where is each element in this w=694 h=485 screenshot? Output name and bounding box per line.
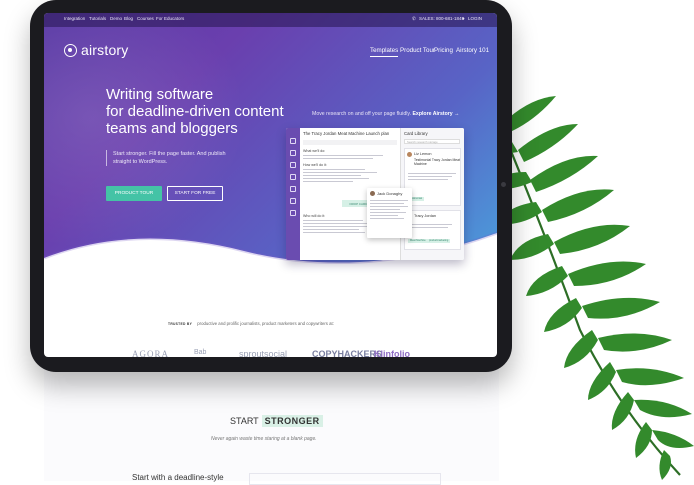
- trusted-by-line: TRUSTED BY productive and prolific journ…: [168, 321, 334, 326]
- sidebar-doc-icon: [290, 150, 296, 156]
- section-heading-2: How we'll do it:: [303, 163, 327, 167]
- start-stronger-heading: START STRONGER: [230, 415, 323, 427]
- section-heading-1: What we'll do:: [303, 149, 326, 153]
- sales-phone[interactable]: SALES: 800-681-1845: [419, 16, 464, 21]
- text-line: [303, 226, 369, 228]
- hero-headline: Writing software for deadline-driven con…: [106, 86, 306, 137]
- library-card[interactable]: Tracy Jordan Meat Machine productmarketi…: [404, 210, 461, 250]
- text-line: [303, 172, 377, 174]
- text-line: [303, 155, 383, 157]
- logo-agora: AGORA: [132, 349, 170, 357]
- text-line: [303, 229, 359, 231]
- top-bar: Integration Tutorials Demo Blog Courses …: [44, 13, 497, 27]
- login-link[interactable]: LOGIN: [468, 16, 482, 21]
- nav-templates[interactable]: Templates: [370, 47, 399, 57]
- headline-line-2: for deadline-driven content: [106, 103, 284, 120]
- library-title: Card Library: [404, 131, 428, 136]
- page-below-device: START STRONGER Never again waste time st…: [44, 357, 499, 485]
- text-line: [408, 179, 448, 181]
- camera-icon: [501, 182, 506, 187]
- brand-name: airstory: [81, 42, 129, 58]
- app-sidebar: [286, 128, 300, 260]
- research-text: Move research on and off your page fluid…: [312, 111, 412, 117]
- comment-popup: Jack Donaghy: [367, 188, 412, 238]
- explore-airstory-link[interactable]: Explore Airstory →: [412, 111, 459, 117]
- topbar-link-educators[interactable]: For Educators: [156, 16, 184, 21]
- card-tag: productmarketing: [427, 239, 451, 243]
- text-line: [370, 200, 408, 202]
- trusted-by-label: TRUSTED BY: [168, 322, 193, 326]
- text-line: [303, 223, 373, 225]
- topbar-link-integration[interactable]: Integration: [64, 16, 85, 21]
- topbar-link-courses[interactable]: Courses: [137, 16, 154, 21]
- document-title: The Tracy Jordan Meat Machine Launch pla…: [303, 131, 390, 136]
- sidebar-home-icon: [290, 138, 296, 144]
- document-toolbar: [303, 140, 397, 145]
- card-name: Liz Lemon: [414, 152, 432, 156]
- start-text: START: [230, 416, 259, 426]
- preview-box: [249, 473, 441, 485]
- text-line: [408, 176, 452, 178]
- text-line: [370, 212, 406, 214]
- text-line: [303, 169, 365, 171]
- comment-author: Jack Donaghy: [377, 191, 403, 196]
- headline-line-1: Writing software: [106, 86, 214, 103]
- text-line: [370, 209, 400, 211]
- text-line: [370, 203, 404, 205]
- research-note: Move research on and off your page fluid…: [312, 111, 459, 117]
- sidebar-card-icon: [290, 162, 296, 168]
- text-line: [303, 220, 363, 222]
- text-line: [303, 181, 353, 183]
- card-name: Tracy Jordan: [414, 214, 437, 218]
- logo-icon: [64, 43, 77, 57]
- topbar-link-blog[interactable]: Blog: [124, 16, 133, 21]
- text-line: [370, 206, 408, 208]
- text-line: [408, 224, 452, 226]
- sidebar-export-icon: [290, 210, 296, 216]
- topbar-link-demo[interactable]: Demo: [110, 16, 122, 21]
- nav-product-tour[interactable]: Product Tour: [400, 47, 435, 54]
- sidebar-search-icon: [290, 174, 296, 180]
- logo-sproutsocial: sproutsocial: [239, 349, 288, 357]
- logo-copyhackers: COPYHACKERS: [312, 349, 383, 357]
- logo-bab: Bab: [194, 349, 207, 356]
- phone-icon: ✆: [412, 16, 416, 21]
- app-screenshot: The Tracy Jordan Meat Machine Launch pla…: [286, 128, 464, 260]
- headline-line-3: teams and bloggers: [106, 120, 238, 137]
- topbar-link-tutorials[interactable]: Tutorials: [89, 16, 106, 21]
- nav-airstory-101[interactable]: Airstory 101: [456, 47, 489, 54]
- text-line: [303, 232, 365, 234]
- nav-pricing[interactable]: Pricing: [434, 47, 453, 54]
- text-line: [303, 175, 361, 177]
- user-icon: ●: [462, 16, 465, 21]
- text-line: [370, 215, 398, 217]
- section-heading-3: Who will do it:: [303, 214, 326, 218]
- avatar: [407, 152, 412, 157]
- avatar: [370, 191, 375, 196]
- tablet-device: Integration Tutorials Demo Blog Courses …: [30, 0, 512, 372]
- text-line: [370, 218, 404, 220]
- stronger-highlight: STRONGER: [261, 415, 323, 427]
- library-search-input[interactable]: Search research storage: [404, 139, 460, 144]
- text-line: [408, 227, 448, 229]
- text-line: [303, 158, 373, 160]
- library-card[interactable]: Liz Lemon Testimonial Tracy Jordan Meat …: [404, 148, 461, 206]
- text-line: [408, 173, 456, 175]
- tablet-screen: Integration Tutorials Demo Blog Courses …: [44, 13, 497, 357]
- sidebar-share-icon: [290, 186, 296, 192]
- text-line: [303, 178, 369, 180]
- client-logos: AGORA Bab sproutsocial COPYHACKERS Klinf…: [44, 349, 497, 357]
- card-subtitle: Testimonial Tracy Jordan Meat Machine: [414, 158, 460, 166]
- logo-klinfolio: Klinfolio: [374, 349, 410, 357]
- trusted-by-text: productive and prolific journalists, pro…: [197, 321, 334, 326]
- sidebar-settings-icon: [290, 198, 296, 204]
- airstory-logo[interactable]: airstory: [64, 42, 129, 58]
- card-tag: Meat Machine: [408, 239, 428, 243]
- tagline: Never again waste time staring at a blan…: [211, 436, 317, 442]
